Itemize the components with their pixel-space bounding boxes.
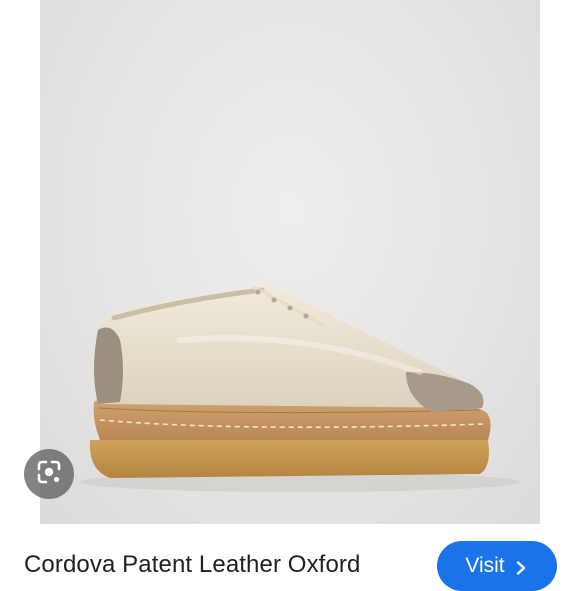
visit-button[interactable]: Visit (437, 541, 557, 591)
product-image[interactable] (40, 0, 540, 524)
product-title[interactable]: Cordova Patent Leather Oxford (24, 551, 360, 579)
lens-search-button[interactable] (24, 449, 74, 499)
lens-search-icon (35, 458, 63, 491)
visit-button-label: Visit (465, 554, 505, 577)
chevron-right-icon (513, 558, 529, 575)
shoe-illustration (80, 284, 520, 492)
